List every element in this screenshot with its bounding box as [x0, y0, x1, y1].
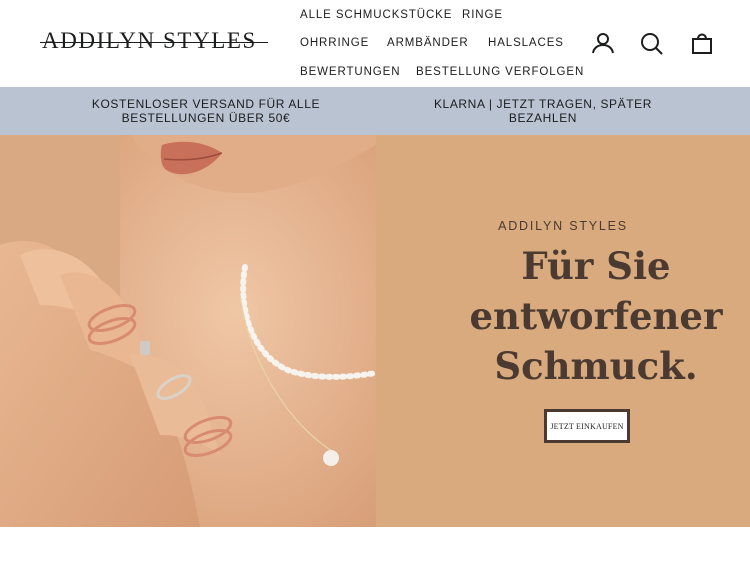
nav-earrings[interactable]: OHRRINGE [300, 37, 369, 49]
announcement-shipping: KOSTENLOSER VERSAND FÜR ALLE BESTELLUNGE… [91, 97, 321, 125]
shop-now-button[interactable]: JETZT EINKAUFEN [544, 409, 630, 443]
logo-underline [40, 42, 268, 43]
nav-reviews[interactable]: BEWERTUNGEN [300, 66, 400, 78]
nav-bracelets[interactable]: ARMBÄNDER [387, 37, 469, 49]
search-icon[interactable] [640, 32, 664, 56]
announcement-klarna: KLARNA | JETZT TRAGEN, SPÄTER BEZAHLEN [433, 97, 653, 125]
hero-text-panel: ADDILYN STYLES Für Sie entworfener Schmu… [376, 135, 750, 527]
cart-icon[interactable] [690, 31, 714, 55]
hero-banner: ADDILYN STYLES Für Sie entworfener Schmu… [0, 135, 750, 527]
announcement-bar: KOSTENLOSER VERSAND FÜR ALLE BESTELLUNGE… [0, 87, 750, 135]
nav-track-order[interactable]: BESTELLUNG VERFOLGEN [416, 66, 584, 78]
nav-necklaces[interactable]: HALSLACES [488, 37, 564, 49]
nav-all-jewelry[interactable]: ALLE SCHMUCKSTÜCKE [300, 9, 452, 21]
hero-title: Für Sie entworfener Schmuck. [469, 244, 723, 388]
shop-now-label: JETZT EINKAUFEN [547, 412, 627, 440]
site-header: ADDILYN STYLES ALLE SCHMUCKSTÜCKE RINGE … [0, 0, 750, 87]
nav-rings[interactable]: RINGE [462, 9, 503, 21]
page-content-area [0, 527, 750, 563]
hero-image [0, 135, 376, 527]
hero-kicker: ADDILYN STYLES [498, 219, 628, 233]
site-logo[interactable]: ADDILYN STYLES [42, 28, 257, 54]
account-icon[interactable] [591, 32, 615, 54]
